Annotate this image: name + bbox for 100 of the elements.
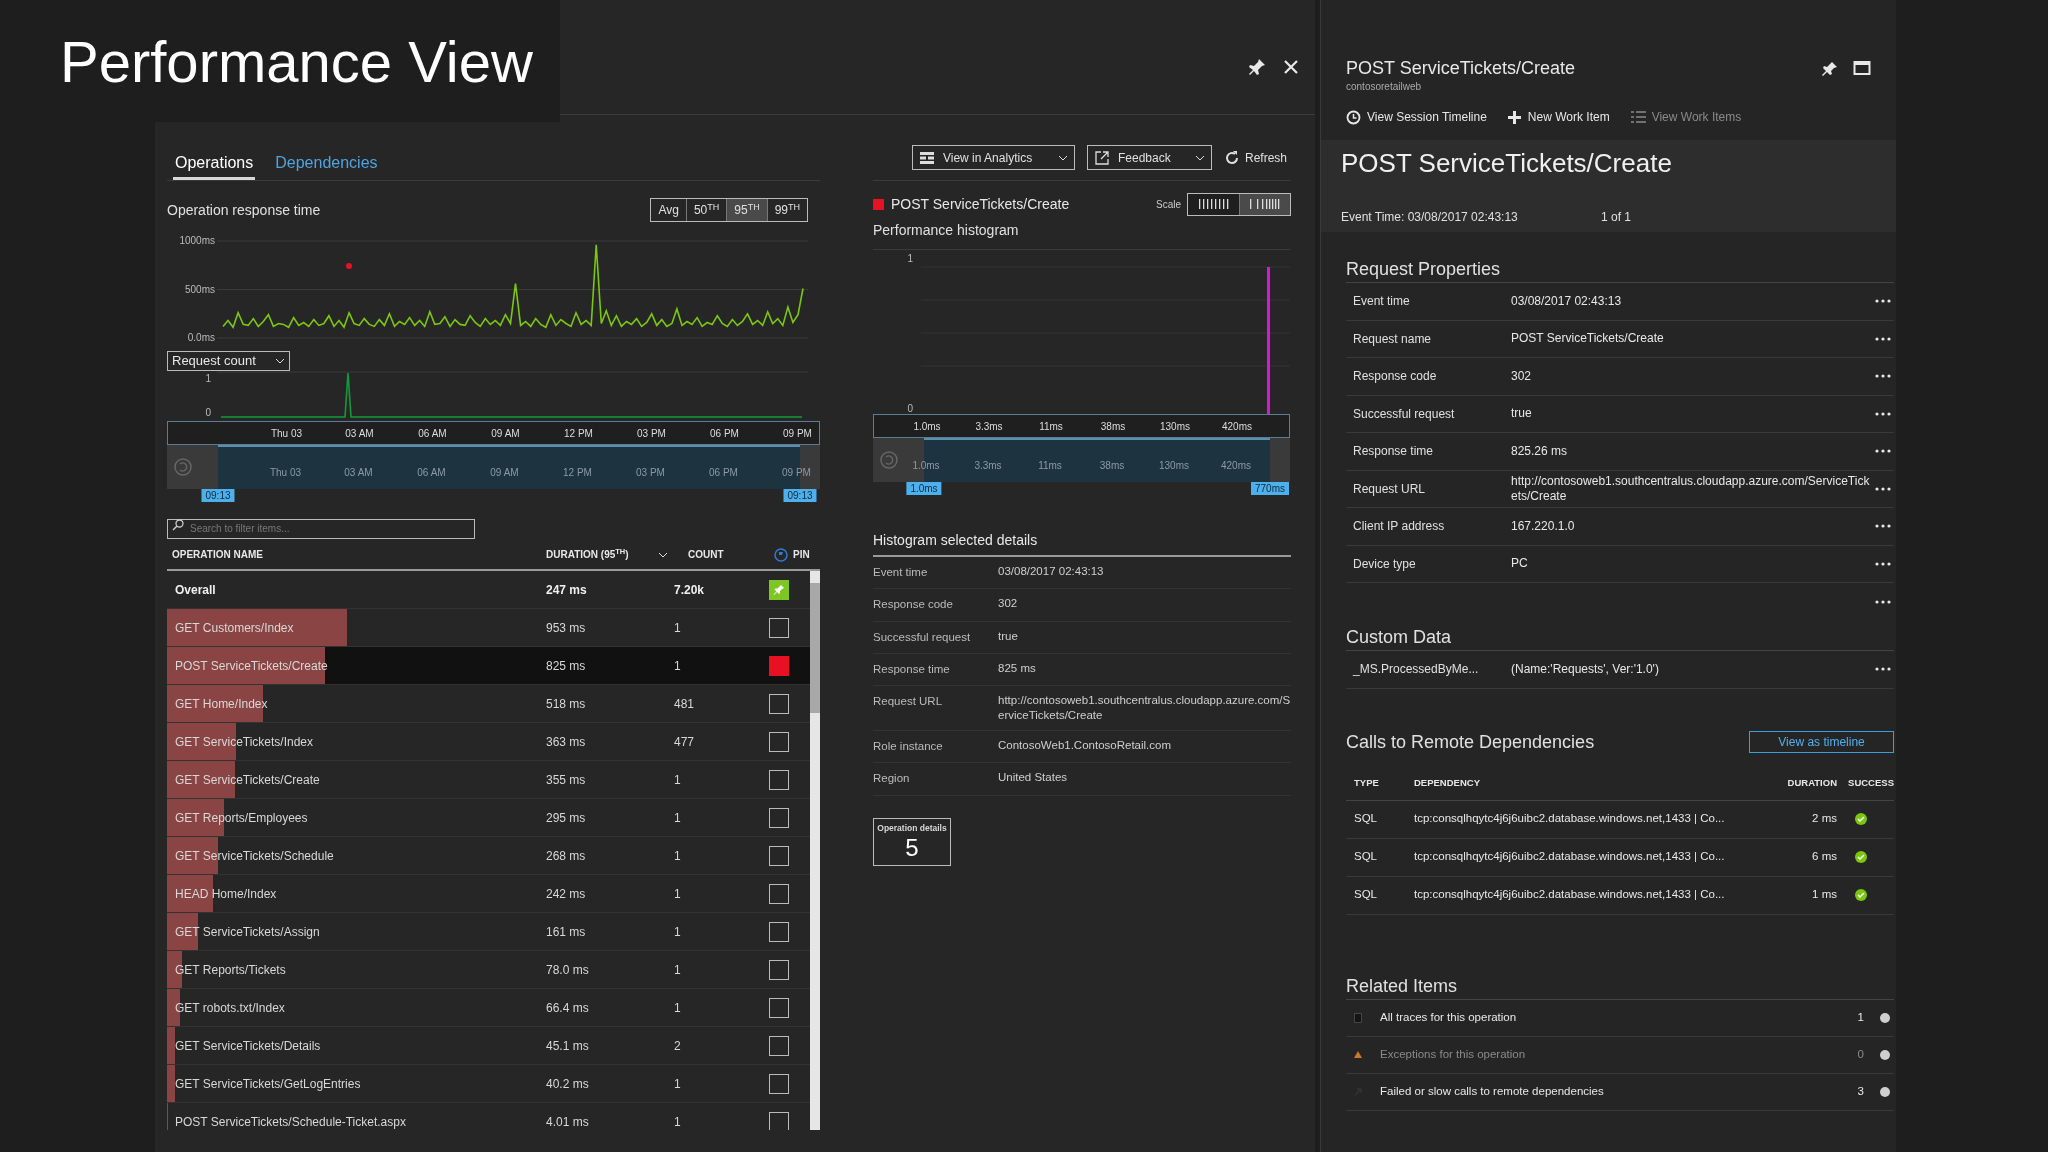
- refresh-button[interactable]: Refresh: [1223, 145, 1287, 170]
- range-handle[interactable]: 09:13: [783, 489, 817, 502]
- pin-checkbox[interactable]: [769, 579, 789, 600]
- count-value: 7.20k: [674, 581, 706, 599]
- maximize-icon[interactable]: [1853, 60, 1871, 76]
- more-icon[interactable]: [1875, 486, 1891, 491]
- related-count: 1: [1856, 1009, 1864, 1025]
- table-row[interactable]: GET robots.txt/Index 66.4 ms 1: [167, 989, 810, 1027]
- pin-checkbox[interactable]: [769, 997, 789, 1018]
- pin-checkbox[interactable]: [769, 845, 789, 866]
- more-icon[interactable]: [1875, 599, 1891, 604]
- table-row[interactable]: GET ServiceTickets/Schedule 268 ms 1: [167, 837, 810, 875]
- axis-label: 03 PM: [636, 426, 667, 441]
- axis-label: 1: [205, 373, 211, 385]
- scale-toggle-group[interactable]: [1187, 192, 1291, 216]
- pin-checkbox[interactable]: [769, 883, 789, 904]
- command-button[interactable]: View Session Timeline: [1346, 108, 1487, 126]
- plus-icon: [1506, 109, 1522, 125]
- property-value: ContosoWeb1.ContosoRetail.com: [998, 738, 1173, 753]
- related-item[interactable]: All traces for this operation 1: [1346, 999, 1894, 1037]
- brush-track[interactable]: [167, 445, 820, 489]
- duration-value: 355 ms: [546, 771, 587, 789]
- scrollbar[interactable]: [810, 571, 820, 1130]
- duration-value: 825 ms: [546, 657, 587, 675]
- external-link-icon: [1093, 149, 1110, 166]
- search-icon: [172, 519, 184, 531]
- pin-checkbox[interactable]: [769, 921, 789, 942]
- section-title: Calls to Remote Dependencies: [1346, 731, 1595, 754]
- duration-value: 268 ms: [546, 847, 587, 865]
- pin-checkbox[interactable]: [769, 617, 789, 638]
- pin-all-icon[interactable]: [774, 547, 788, 562]
- percentile-toggle[interactable]: Avg: [651, 199, 686, 221]
- dependency-type: SQL: [1353, 811, 1378, 827]
- more-icon[interactable]: [1875, 561, 1891, 566]
- percentile-toggle-group[interactable]: Avg 50$^{TH}$ 95$^{TH}$ 99$^{TH}$: [650, 198, 808, 222]
- feedback-dropdown[interactable]: Feedback: [1086, 145, 1212, 170]
- more-icon[interactable]: [1875, 374, 1891, 379]
- pin-icon[interactable]: [1247, 57, 1267, 77]
- operation-name: GET ServiceTickets/Details: [174, 1037, 322, 1055]
- pin-checkbox[interactable]: [769, 1035, 789, 1056]
- log-scale-toggle[interactable]: [1239, 193, 1290, 215]
- table-row[interactable]: GET ServiceTickets/Details 45.1 ms 2: [167, 1027, 810, 1065]
- duration-value: 2 ms: [1811, 811, 1838, 827]
- related-item[interactable]: Failed or slow calls to remote dependencies 3: [1346, 1073, 1894, 1111]
- table-row[interactable]: GET ServiceTickets/Index 363 ms 477: [167, 723, 810, 761]
- chevron-down-icon: [275, 358, 285, 364]
- table-row[interactable]: GET Reports/Tickets 78.0 ms 1: [167, 951, 810, 989]
- table-row[interactable]: GET Reports/Employees 295 ms 1: [167, 799, 810, 837]
- pin-checkbox[interactable]: [769, 769, 789, 790]
- tab[interactable]: Operations: [173, 149, 256, 180]
- info-icon[interactable]: [1880, 1086, 1890, 1097]
- pin-icon[interactable]: [1821, 60, 1839, 78]
- range-handle[interactable]: 09:13: [201, 489, 235, 502]
- pin-checkbox[interactable]: [769, 959, 789, 980]
- pin-checkbox[interactable]: [769, 1073, 789, 1094]
- pin-checkbox[interactable]: [769, 807, 789, 828]
- sort-chevron-icon[interactable]: [658, 551, 668, 558]
- chevron-down-icon: [1194, 154, 1205, 161]
- more-icon[interactable]: [1875, 524, 1891, 529]
- percentile-toggle[interactable]: 99$^{TH}$: [766, 199, 807, 221]
- table-row[interactable]: GET Customers/Index 953 ms 1: [167, 609, 810, 647]
- more-icon[interactable]: [1875, 449, 1891, 454]
- property-value: 825 ms: [998, 660, 1037, 676]
- operation-details-button[interactable]: Operation details 5: [873, 817, 951, 866]
- more-icon[interactable]: [1875, 667, 1891, 671]
- pin-checkbox[interactable]: [769, 655, 789, 676]
- view-timeline-button[interactable]: View as timeline: [1749, 731, 1894, 753]
- count-value: 1: [674, 619, 682, 637]
- column-header: COUNT: [688, 548, 725, 562]
- more-icon[interactable]: [1875, 299, 1891, 304]
- pin-checkbox[interactable]: [769, 693, 789, 714]
- property-label: Response time: [1353, 443, 1435, 461]
- tab[interactable]: Dependencies: [273, 149, 380, 180]
- percentile-toggle[interactable]: 95$^{TH}$: [726, 199, 767, 221]
- axis-label: 3.3ms: [974, 419, 1004, 434]
- duration-value: 66.4 ms: [546, 999, 590, 1017]
- axis-label: 3.3ms: [973, 458, 1003, 473]
- command-button[interactable]: New Work Item: [1506, 108, 1610, 126]
- table-row[interactable]: GET ServiceTickets/GetLogEntries 40.2 ms 1: [167, 1065, 810, 1103]
- more-icon[interactable]: [1875, 411, 1891, 416]
- pin-checkbox[interactable]: [769, 1111, 789, 1130]
- range-handle[interactable]: 1.0ms: [906, 482, 942, 495]
- linear-scale-toggle[interactable]: [1188, 193, 1239, 215]
- clock-icon: [1346, 109, 1361, 125]
- property-value: 302: [1511, 368, 1533, 384]
- table-row[interactable]: HEAD Home/Index 242 ms 1: [167, 875, 810, 913]
- property-value: 825.26 ms: [1511, 443, 1569, 459]
- more-icon[interactable]: [1875, 336, 1891, 341]
- duration-value: 6 ms: [1811, 849, 1838, 865]
- brush-track[interactable]: [873, 438, 1290, 482]
- count-value: 1: [674, 923, 682, 941]
- range-handle[interactable]: 770ms: [1251, 482, 1289, 495]
- info-icon[interactable]: [1880, 1012, 1890, 1023]
- duration-value: 78.0 ms: [546, 961, 590, 979]
- analytics-dropdown[interactable]: View in Analytics: [911, 145, 1075, 170]
- table-row[interactable]: GET ServiceTickets/Create 355 ms 1: [167, 761, 810, 799]
- search-field[interactable]: Search to filter items...: [167, 518, 475, 539]
- metric-dropdown[interactable]: Request count: [167, 351, 290, 371]
- selected-point: [346, 263, 352, 269]
- pin-checkbox[interactable]: [769, 731, 789, 752]
